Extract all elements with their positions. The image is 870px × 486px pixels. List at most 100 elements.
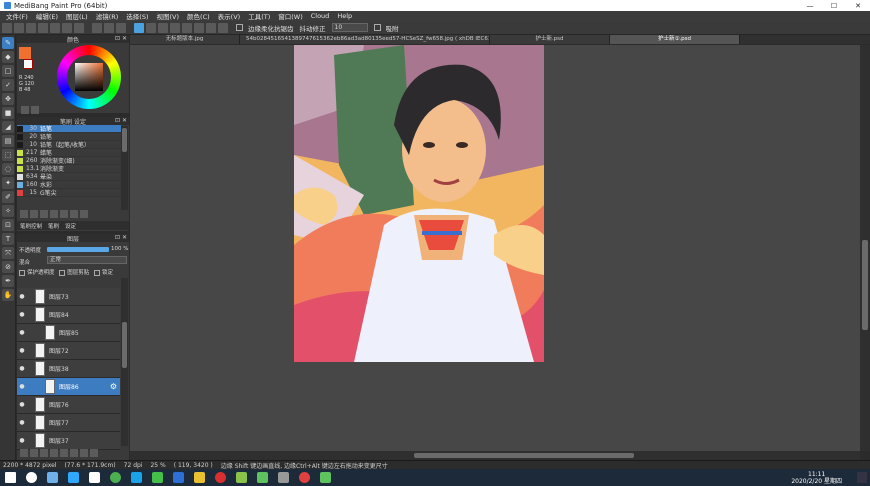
minimize-button[interactable]: — [798,0,822,11]
snap-off-icon[interactable] [158,22,168,33]
tab-brush[interactable]: 笔刷 [45,222,62,230]
color-mode-icon[interactable] [21,106,29,114]
menu-cloud[interactable]: Cloud [307,12,334,20]
canvas-horizontal-scrollbar[interactable] [130,451,860,460]
snap-curve-icon[interactable] [218,22,228,33]
brush-scrollbar[interactable] [121,126,128,210]
menu-window[interactable]: 窗口(W) [274,11,307,21]
brush-settings-icon[interactable] [62,22,72,33]
clip-checkbox[interactable] [59,269,66,276]
protect-alpha-checkbox[interactable] [19,269,25,276]
divide-tool-icon[interactable]: ⊡ [2,219,14,231]
operation-tool-icon[interactable]: ⤧ [2,247,14,259]
menu-tools[interactable]: 工具(T) [244,11,274,21]
app-red-icon[interactable] [215,472,226,483]
shape-tool-icon[interactable]: □ [2,65,14,77]
lasso-tool-icon[interactable]: ◌ [2,163,14,175]
layer-scrollbar[interactable] [121,278,128,446]
layer-row[interactable]: ● 图层84 [17,306,120,324]
layer-copy-icon[interactable] [70,449,78,457]
lock-checkbox[interactable] [94,269,101,276]
gear-icon[interactable]: ⚙ [110,382,117,391]
notification-icon[interactable] [857,472,867,483]
layer-row[interactable]: ● 图层77 [17,414,120,432]
brush-folder-icon[interactable] [60,210,68,218]
brush-import-icon[interactable] [50,210,58,218]
windows-start-icon[interactable] [5,472,16,483]
snap-circle-icon[interactable] [206,22,216,33]
maximize-button[interactable]: ☐ [822,0,846,11]
eye-icon[interactable]: ● [17,329,27,336]
correction-select[interactable]: 10 [331,23,368,32]
eye-icon[interactable]: ● [17,437,27,444]
search-icon[interactable] [26,472,37,483]
task-view-icon[interactable] [47,472,58,483]
menu-layer[interactable]: 图层(L) [62,11,92,21]
eye-icon[interactable]: ● [17,401,27,408]
menu-file[interactable]: 文件(F) [2,11,32,21]
save-icon[interactable] [26,22,36,33]
medibang-icon[interactable] [278,472,289,483]
snap-cross-icon[interactable] [182,22,192,33]
tab-settings[interactable]: 设定 [62,222,79,230]
tab-doc-2[interactable]: 54b0284516541389747615362eb86ad3ad80135e… [240,35,490,44]
app-green-icon[interactable] [236,472,247,483]
chrome-icon[interactable] [110,472,121,483]
redo-icon[interactable] [104,22,114,33]
eraser-tool-icon[interactable]: ◆ [2,51,14,63]
color-square[interactable] [75,63,103,91]
add-brush-icon[interactable] [20,210,28,218]
delete-brush-icon[interactable] [80,210,88,218]
menu-select[interactable]: 选择(S) [122,11,152,21]
layer-row[interactable]: ● 图层76 [17,396,120,414]
secondary-color-swatch[interactable] [23,59,33,69]
blend-select[interactable]: 正常 [47,256,127,264]
artwork-canvas[interactable] [294,45,544,362]
fill-tool-icon[interactable]: ◢ [2,121,14,133]
brush-duplicate-icon[interactable] [70,210,78,218]
brush-copy-icon[interactable] [40,210,48,218]
text-tool-icon[interactable]: T [2,233,14,245]
tab-doc-1[interactable]: 无标题版本.jpg [130,35,240,44]
open-file-icon[interactable] [14,22,24,33]
color-wheel[interactable] [57,45,121,109]
primary-color-swatch[interactable] [19,47,31,59]
eye-icon[interactable]: ● [17,293,27,300]
menu-edit[interactable]: 编辑(E) [32,11,62,21]
tab-doc-4[interactable]: 护士新①.psd [610,35,740,44]
antialias-checkbox[interactable] [236,24,243,31]
menu-filter[interactable]: 滤镜(R) [92,11,123,21]
snap-checkbox[interactable] [373,24,381,31]
fill-mode-icon[interactable] [146,22,156,33]
undo-icon[interactable] [92,22,102,33]
snap-radial-icon[interactable] [194,22,204,33]
tab-brush-control[interactable]: 笔刷控制 [17,222,45,230]
notepad-icon[interactable] [89,472,100,483]
layer-row[interactable]: ● 图层73 [17,288,120,306]
merge-down-icon[interactable] [60,449,68,457]
add-layer-folder-icon[interactable] [30,449,38,457]
menu-help[interactable]: Help [333,12,356,20]
add-layer-icon[interactable] [20,449,28,457]
menu-color[interactable]: 颜色(C) [183,11,214,21]
magic-wand-icon[interactable]: ✦ [2,177,14,189]
move-tool-icon[interactable]: ✥ [2,93,14,105]
close-button[interactable]: ✕ [846,0,870,11]
brush-item[interactable]: 13.1 消除渐变 [17,165,121,173]
panel-close-icon[interactable]: ⊡ ✕ [115,35,127,42]
delete-layer-icon[interactable] [90,449,98,457]
marquee-tool-icon[interactable]: ⬚ [2,149,14,161]
canvas-area[interactable] [130,45,860,451]
dot-tool-icon[interactable]: ✓ [2,79,14,91]
hand-tool-icon[interactable]: ✋ [2,289,14,301]
layer-row[interactable]: ● 图层86 ⚙ [17,378,120,396]
brush-item[interactable]: 260 消除渐变(细) [17,157,121,165]
layer-move-icon[interactable] [50,449,58,457]
brush-item[interactable]: 634 晕染 [17,173,121,181]
eye-icon[interactable]: ● [17,311,27,318]
gradient-tool-icon[interactable]: ▤ [2,135,14,147]
browser-icon[interactable] [173,472,184,483]
opacity-slider[interactable] [47,247,109,252]
layer-row[interactable]: ● 图层38 [17,360,120,378]
select-pen-icon[interactable]: ✐ [2,191,14,203]
